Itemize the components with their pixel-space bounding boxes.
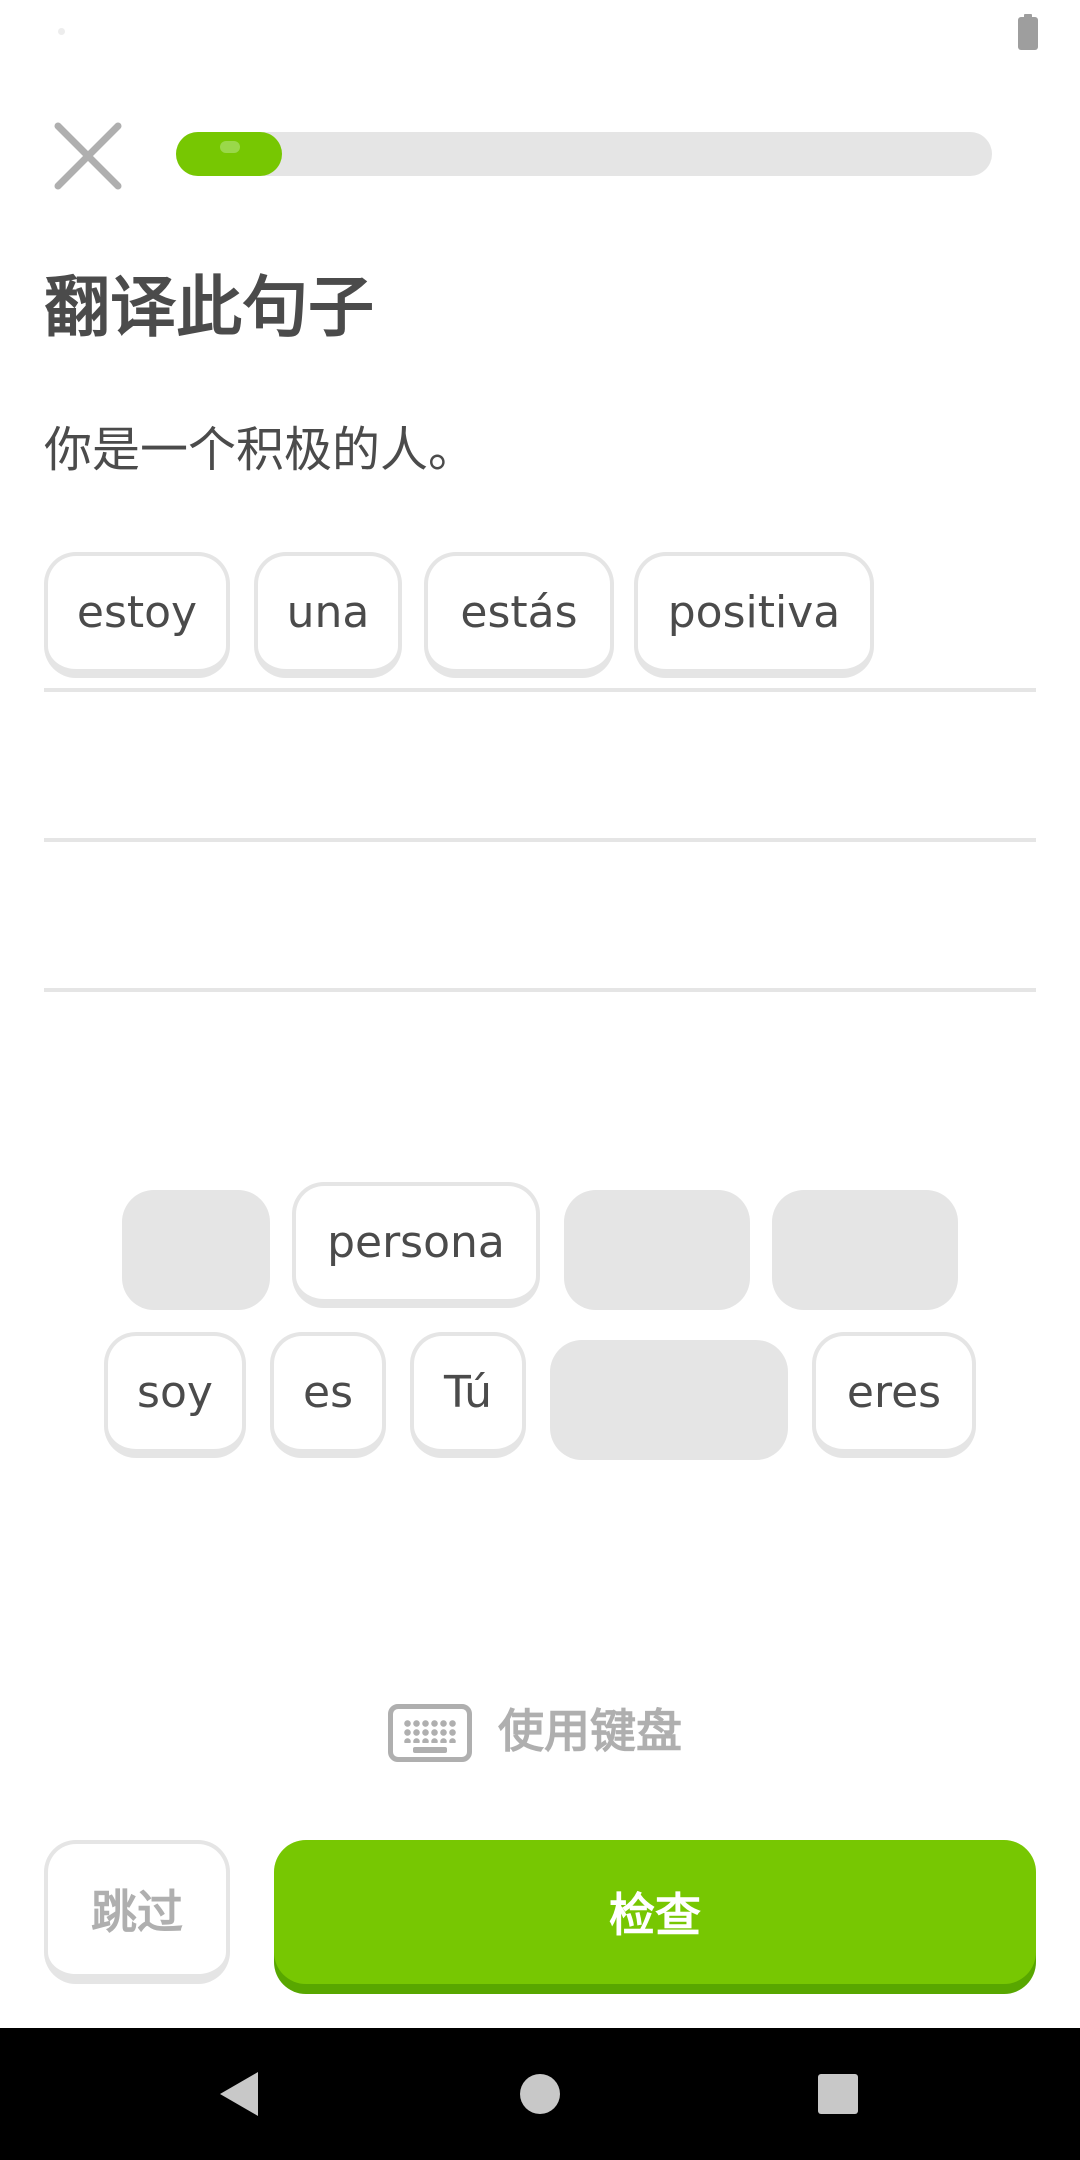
used-word-slot	[564, 1190, 750, 1310]
status-bar	[0, 0, 1080, 66]
answer-tile[interactable]: positiva	[634, 552, 874, 678]
back-triangle-icon[interactable]	[220, 2072, 258, 2116]
battery-icon	[1018, 14, 1038, 50]
source-sentence: 你是一个积极的人。	[44, 422, 477, 478]
answer-tile[interactable]: estoy	[44, 552, 230, 678]
word-bank-tile[interactable]: soy	[104, 1332, 246, 1458]
lesson-progress-bar	[176, 132, 992, 176]
keyboard-icon	[388, 1704, 472, 1762]
home-circle-icon[interactable]	[520, 2074, 560, 2114]
progress-shine	[220, 141, 240, 153]
answer-line	[44, 838, 1036, 842]
recents-square-icon[interactable]	[818, 2074, 858, 2114]
answer-line	[44, 988, 1036, 992]
used-word-slot	[772, 1190, 958, 1310]
word-bank-tile[interactable]: persona	[292, 1182, 540, 1308]
skip-button[interactable]: 跳过	[44, 1840, 230, 1984]
answer-tile[interactable]: estás	[424, 552, 614, 678]
use-keyboard-toggle[interactable]: 使用键盘	[388, 1700, 708, 1766]
word-bank-tile[interactable]: Tú	[410, 1332, 526, 1458]
answer-area: estoy una estás positiva	[44, 552, 1036, 992]
answer-line	[44, 688, 1036, 692]
status-dot	[58, 28, 65, 35]
answer-tile[interactable]: una	[254, 552, 402, 678]
word-bank-tile[interactable]: eres	[812, 1332, 976, 1458]
close-button[interactable]	[50, 118, 126, 194]
close-icon	[54, 122, 122, 190]
progress-fill	[176, 132, 283, 176]
used-word-slot	[550, 1340, 788, 1460]
word-bank-tile[interactable]: es	[270, 1332, 386, 1458]
page-title: 翻译此句子	[44, 269, 374, 346]
check-button[interactable]: 检查	[274, 1840, 1036, 1984]
used-word-slot	[122, 1190, 270, 1310]
use-keyboard-label: 使用键盘	[498, 1704, 682, 1758]
